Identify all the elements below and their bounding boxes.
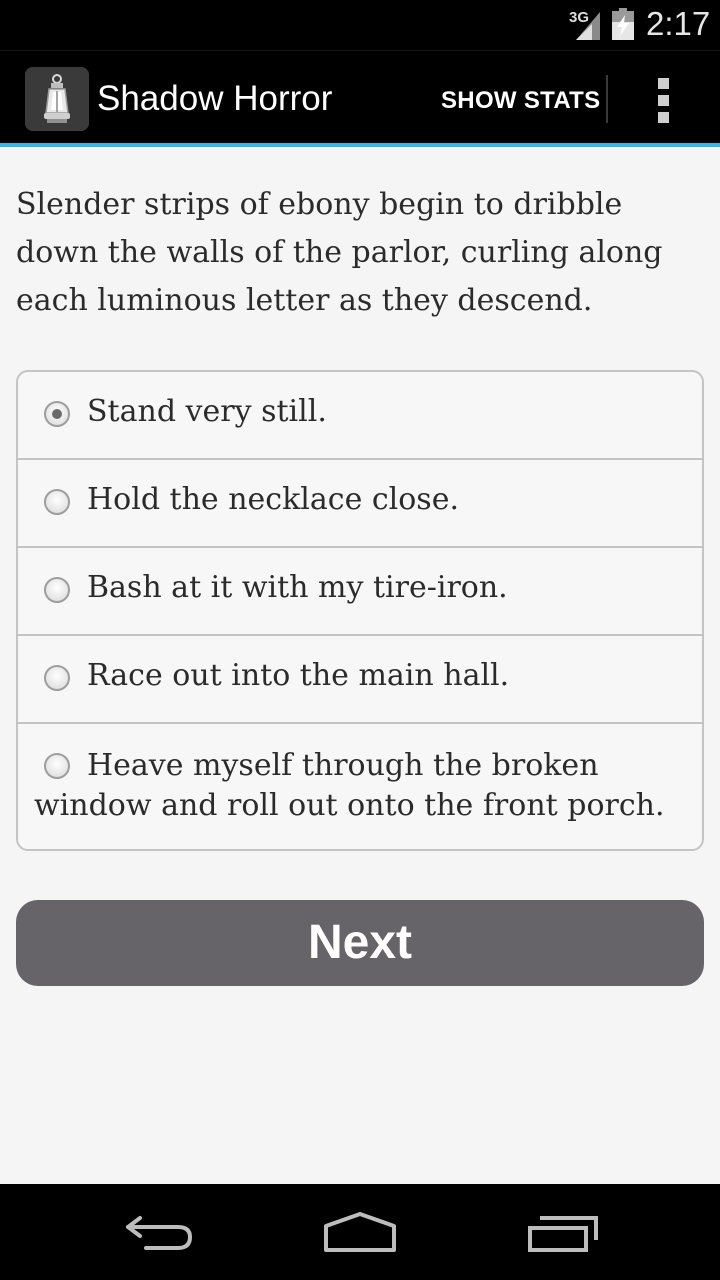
story-text: Slender strips of ebony begin to dribble… bbox=[16, 187, 663, 318]
lantern-icon[interactable] bbox=[25, 67, 89, 131]
choice-item[interactable]: Heave myself through the broken window a… bbox=[18, 724, 702, 849]
navigation-bar bbox=[0, 1184, 720, 1280]
radio-button-checked[interactable] bbox=[44, 401, 70, 427]
radio-button[interactable] bbox=[44, 665, 70, 691]
choice-item[interactable]: Hold the necklace close. bbox=[18, 460, 702, 548]
home-icon[interactable] bbox=[318, 1204, 402, 1260]
choice-label: Hold the necklace close. bbox=[87, 482, 459, 517]
choice-list: Stand very still. Hold the necklace clos… bbox=[16, 370, 704, 851]
back-icon[interactable] bbox=[118, 1204, 198, 1260]
recents-icon[interactable] bbox=[522, 1204, 602, 1260]
choice-label: Heave myself through the broken window a… bbox=[34, 748, 665, 823]
choice-label: Stand very still. bbox=[87, 394, 327, 429]
battery-charging-icon bbox=[612, 8, 634, 40]
main-content: Slender strips of ebony begin to dribble… bbox=[0, 147, 720, 1184]
radio-button[interactable] bbox=[44, 489, 70, 515]
overflow-menu-icon[interactable] bbox=[650, 75, 678, 125]
choice-item[interactable]: Stand very still. bbox=[18, 372, 702, 460]
next-button[interactable]: Next bbox=[16, 900, 704, 986]
status-bar: 3G 2:17 bbox=[0, 0, 720, 50]
choice-item[interactable]: Bash at it with my tire-iron. bbox=[18, 548, 702, 636]
show-stats-button[interactable]: SHOW STATS bbox=[441, 87, 600, 115]
action-divider bbox=[606, 75, 608, 123]
action-bar: Shadow Horror SHOW STATS bbox=[0, 50, 720, 144]
signal-icon bbox=[576, 12, 600, 40]
choice-label: Race out into the main hall. bbox=[87, 658, 510, 693]
choice-item[interactable]: Race out into the main hall. bbox=[18, 636, 702, 724]
app-title: Shadow Horror bbox=[97, 79, 333, 118]
clock: 2:17 bbox=[646, 5, 711, 42]
radio-button[interactable] bbox=[44, 577, 70, 603]
choice-label: Bash at it with my tire-iron. bbox=[87, 570, 508, 605]
